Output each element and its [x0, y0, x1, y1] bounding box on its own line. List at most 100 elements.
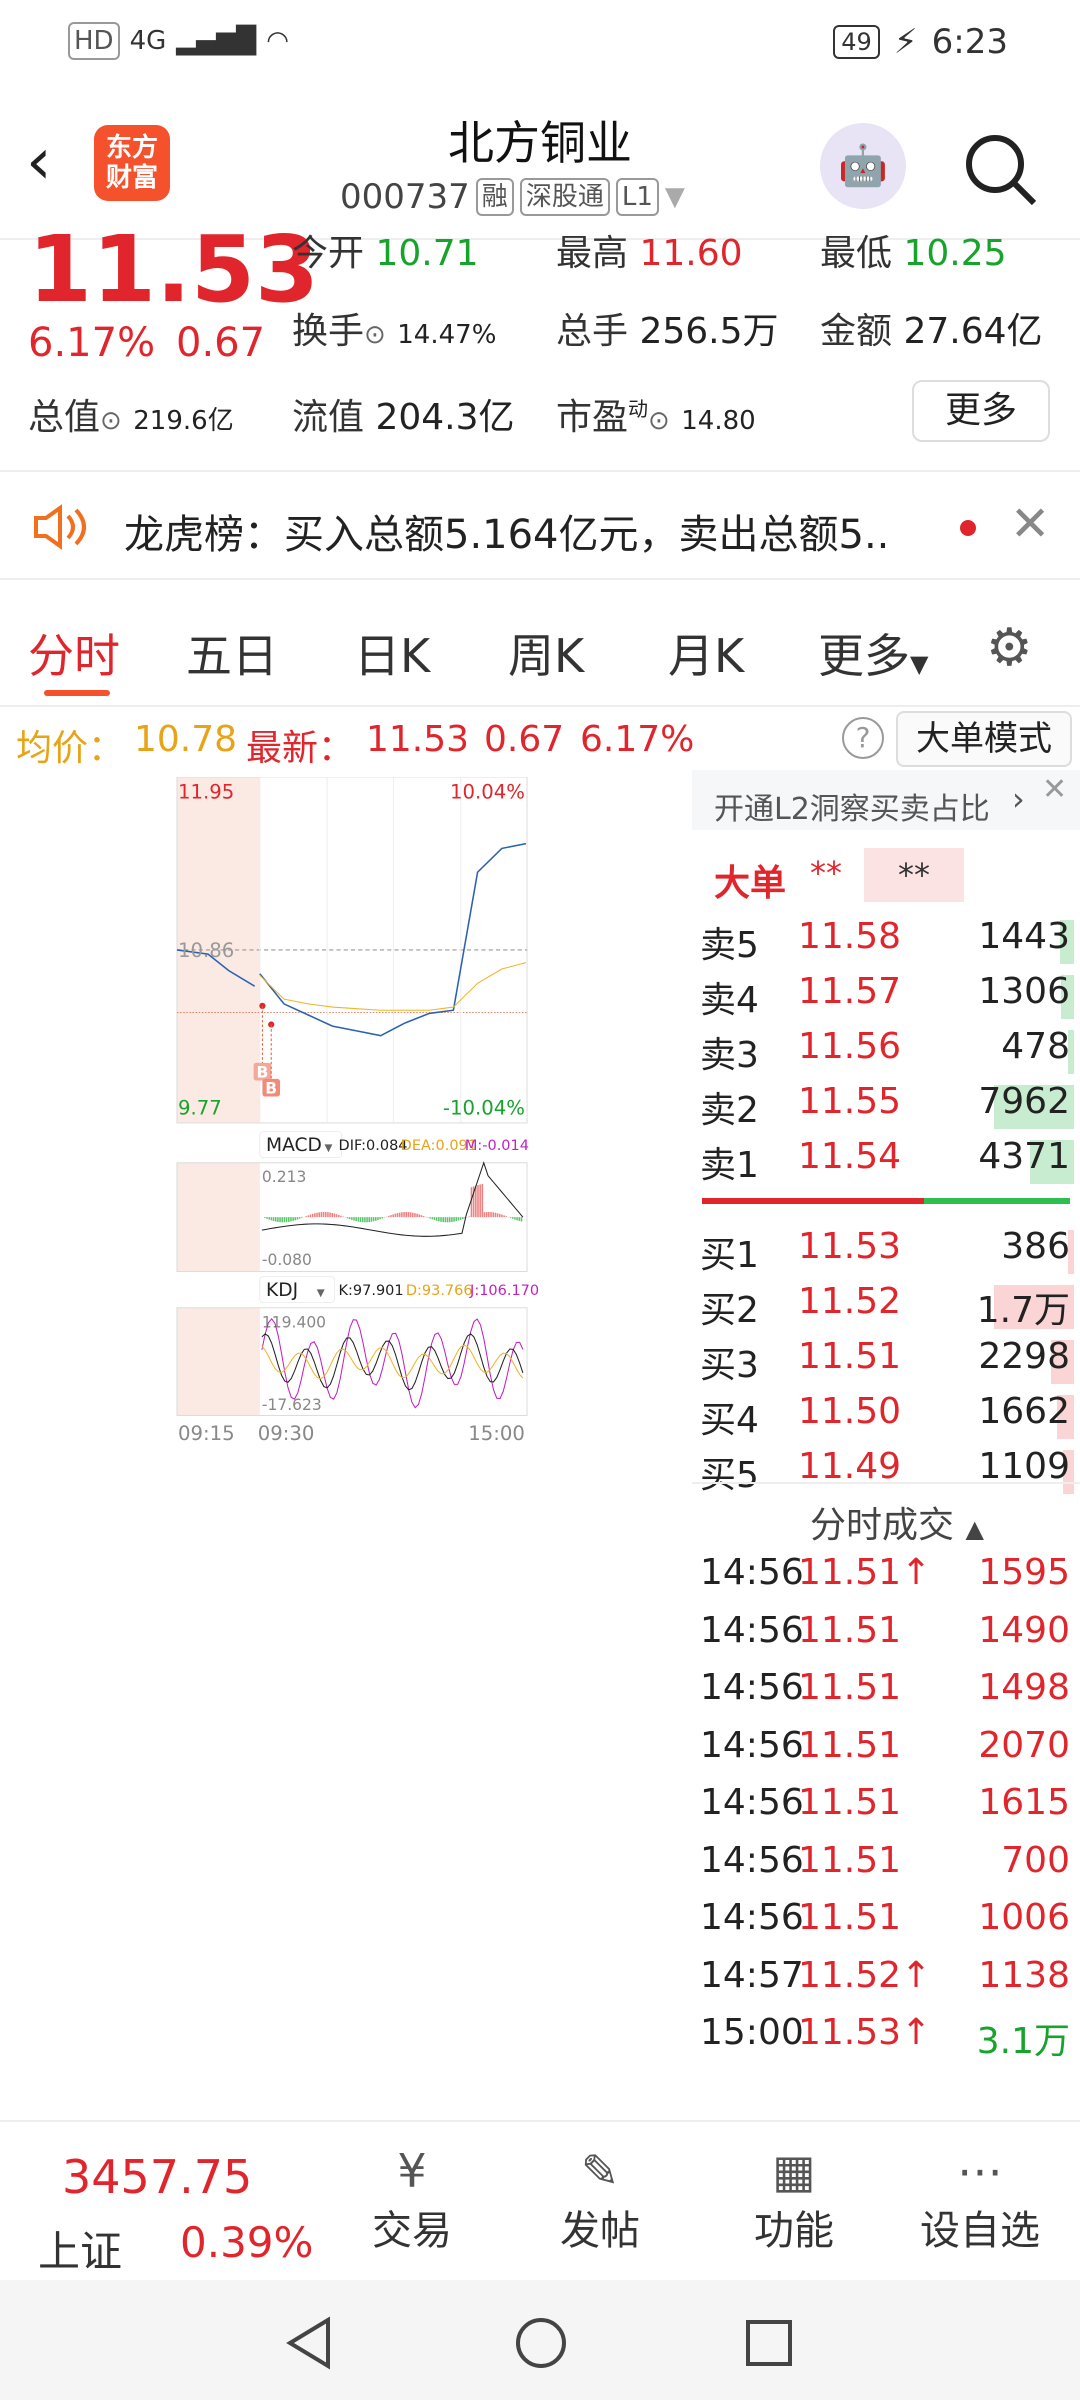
tab-weekly-k[interactable]: 周K: [508, 620, 584, 686]
macd-bar: [420, 1215, 423, 1218]
macd-bar: [348, 1217, 351, 1220]
macd-bar: [416, 1213, 418, 1218]
macd-bar: [311, 1213, 314, 1218]
change-value: 0.67: [176, 320, 266, 366]
trade-row: 14:56 11.51 1615: [700, 1778, 1080, 1832]
stock-code-row[interactable]: 000737 融 深股通 L1 ▼: [340, 177, 685, 217]
macd-bar: [459, 1217, 462, 1220]
chevron-up-icon: ▲: [965, 1515, 984, 1543]
trade-price: 11.51: [798, 1724, 902, 1766]
amount-value: 27.64亿: [903, 311, 1043, 352]
macd-bar: [364, 1217, 366, 1223]
macd-shade: [176, 1162, 260, 1272]
add-watchlist-button[interactable]: ⋯ 设自选: [900, 2144, 1060, 2256]
macd-m: M:-0.014: [465, 1138, 529, 1154]
info-icon[interactable]: ⊙: [100, 406, 122, 436]
index-value: 3457.75: [62, 2150, 253, 2204]
divider: [692, 1482, 1080, 1484]
last-price: 11.53: [28, 216, 320, 323]
search-icon[interactable]: [962, 131, 1040, 209]
macd-bottom: -0.080: [262, 1251, 312, 1269]
hd-badge: HD: [68, 22, 120, 60]
trade-time: 14:56: [700, 1782, 804, 1823]
kdj-line: [261, 1344, 524, 1380]
float-label: 流值: [292, 397, 365, 438]
help-icon[interactable]: ?: [842, 717, 884, 759]
tab-daily-k[interactable]: 日K: [354, 620, 430, 686]
price-info-row: 均价： 10.78 最新： 11.53 0.67 6.17% ? 大单模式: [0, 705, 1080, 775]
macd-bar: [292, 1217, 294, 1221]
macd-bar: [438, 1217, 440, 1222]
trade-price: 11.51↑: [798, 1552, 932, 1593]
macd-bar: [490, 1212, 492, 1218]
trade-price: 11.53↑: [798, 2012, 932, 2053]
tab-monthly-k[interactable]: 月K: [668, 620, 744, 686]
robot-assistant-icon[interactable]: 🤖: [820, 123, 906, 209]
close-icon[interactable]: ✕: [1010, 496, 1050, 552]
network-label: 4G: [129, 26, 167, 56]
bid-row[interactable]: 买4 11.50 1662: [700, 1387, 1080, 1441]
close-icon[interactable]: ✕: [1042, 772, 1067, 807]
macd-bar: [290, 1217, 292, 1222]
dropdown-icon: ▼: [664, 182, 685, 212]
trade-row: 14:56 11.51 2070: [700, 1721, 1080, 1775]
bid-row[interactable]: 买5 11.49 1109: [700, 1442, 1080, 1496]
back-nav-icon[interactable]: [284, 2316, 334, 2370]
high-value: 11.60: [639, 233, 743, 274]
l2-banner[interactable]: 开通L2洞察买卖占比 › ✕: [692, 770, 1080, 830]
macd-bar: [307, 1215, 310, 1218]
level-volume: 4371: [978, 1136, 1070, 1177]
level-volume: 478: [1001, 1026, 1070, 1067]
macd-bar: [266, 1217, 268, 1219]
ask-row[interactable]: 卖4 11.57 1306: [700, 967, 1080, 1021]
level-label: 卖4: [700, 980, 759, 1021]
post-label: 发帖: [560, 2208, 640, 2254]
tab-five-day[interactable]: 五日: [186, 620, 278, 686]
buy-marker-label: B: [265, 1079, 277, 1097]
level-volume: 1443: [978, 916, 1070, 957]
index-ticker[interactable]: 3457.75 上证 0.39%: [0, 2130, 330, 2280]
tab-more[interactable]: 更多▼: [818, 620, 928, 686]
recents-nav-icon[interactable]: [744, 2318, 794, 2368]
notice-bar[interactable]: 龙虎榜：买入总额5.164亿元，卖出总额5.. ✕: [0, 470, 1080, 580]
level-volume: 7962: [978, 1081, 1070, 1122]
post-button[interactable]: ✎ 发帖: [540, 2144, 660, 2256]
quote-panel: 11.53 6.17% 0.67 今开 10.71 最高 11.60 最低 10…: [0, 216, 1080, 470]
bid-row[interactable]: 买2 11.52 1.7万: [700, 1277, 1080, 1331]
macd-bar: [281, 1217, 284, 1223]
ask-row[interactable]: 卖5 11.58 1443: [700, 912, 1080, 966]
ask-row[interactable]: 卖1 11.54 4371: [700, 1132, 1080, 1186]
buy-marker[interactable]: B: [262, 1021, 281, 1097]
turnover-label: 换手: [292, 311, 365, 352]
macd-bar: [324, 1212, 327, 1218]
intraday-chart[interactable]: 11.95 9.77 10.04% -10.04% 10.86 B B MACD…: [14, 777, 690, 1445]
macd-bar: [505, 1216, 508, 1218]
trades-title[interactable]: 分时成交 ▲: [810, 1496, 984, 1548]
macd-bar: [374, 1217, 377, 1221]
tab-intraday[interactable]: 分时: [28, 620, 120, 686]
level-volume: 1306: [978, 971, 1070, 1012]
macd-bar: [422, 1215, 425, 1218]
more-button[interactable]: 更多: [912, 380, 1050, 442]
macd-bar: [353, 1217, 355, 1221]
macd-bar: [435, 1217, 438, 1221]
big-order-mode-button[interactable]: 大单模式: [896, 711, 1072, 767]
bid-row[interactable]: 买3 11.51 2298: [700, 1332, 1080, 1386]
macd-bar: [479, 1184, 481, 1218]
bid-row[interactable]: 买1 11.53 386: [700, 1222, 1080, 1276]
macd-bar: [451, 1217, 453, 1222]
trade-row: 14:56 11.51 700: [700, 1836, 1080, 1890]
ask-row[interactable]: 卖3 11.56 478: [700, 1022, 1080, 1076]
home-nav-icon[interactable]: [514, 2316, 568, 2370]
signal-icon: ▂▄▆█: [176, 26, 257, 56]
add-watchlist-label: 设自选: [920, 2208, 1040, 2254]
function-button[interactable]: ▦ 功能: [734, 2144, 854, 2256]
macd-bar: [316, 1212, 318, 1218]
level-label: 卖3: [700, 1035, 759, 1076]
ask-row[interactable]: 卖2 11.55 7962: [700, 1077, 1080, 1131]
info-icon[interactable]: ⊙: [648, 406, 670, 436]
info-icon[interactable]: ⊙: [364, 320, 386, 350]
trade-button[interactable]: ¥ 交易: [352, 2144, 472, 2256]
gear-icon[interactable]: ⚙: [986, 618, 1033, 678]
open-label: 今开: [292, 233, 365, 274]
